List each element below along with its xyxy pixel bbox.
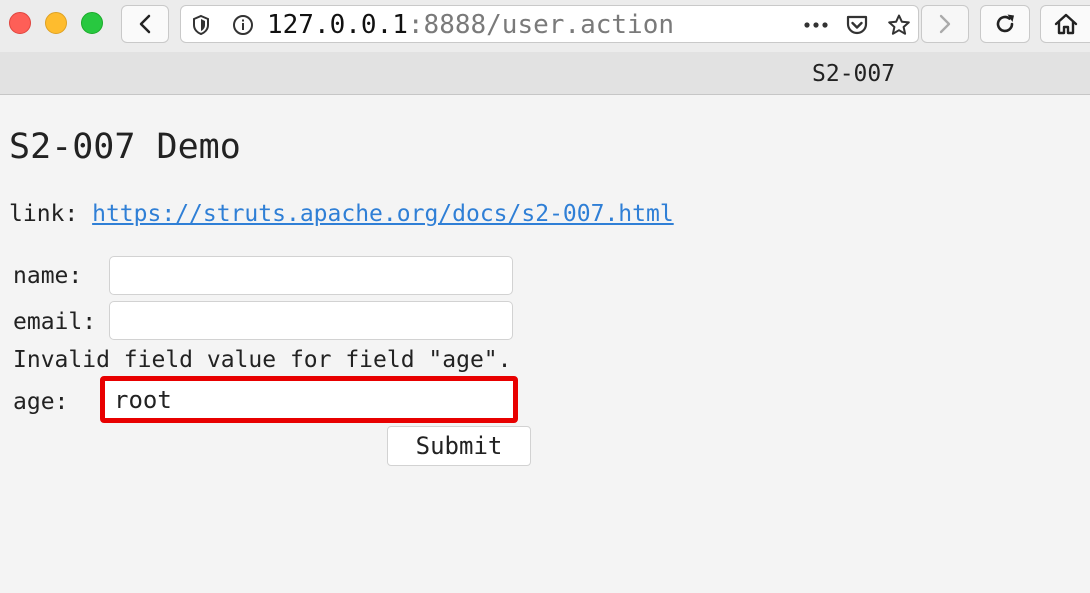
tab-strip: S2-007 (0, 52, 1090, 95)
minimize-window-button[interactable] (45, 12, 67, 34)
home-icon (1054, 13, 1077, 35)
browser-toolbar: 127.0.0.1:8888/user.action (0, 0, 1090, 52)
error-message: Invalid field value for field "age". (13, 347, 512, 373)
url-text[interactable]: 127.0.0.1:8888/user.action (267, 11, 674, 39)
link-label: link: (9, 201, 79, 227)
link-row: link: https://struts.apache.org/docs/s2-… (9, 200, 674, 228)
age-label: age: (13, 389, 69, 415)
name-label: name: (13, 263, 83, 289)
close-window-button[interactable] (9, 12, 31, 34)
email-label: email: (13, 309, 97, 335)
email-input[interactable] (109, 301, 513, 340)
submit-button[interactable]: Submit (387, 426, 531, 466)
reload-icon (996, 14, 1014, 33)
address-bar[interactable]: 127.0.0.1:8888/user.action (180, 5, 919, 43)
maximize-window-button[interactable] (81, 12, 103, 34)
shield-icon[interactable] (191, 14, 211, 36)
star-icon[interactable] (887, 13, 911, 37)
url-host: 127.0.0.1 (267, 10, 408, 40)
pocket-icon[interactable] (845, 14, 869, 36)
url-path: :8888/user.action (407, 10, 674, 40)
more-icon[interactable] (803, 21, 829, 29)
page-title: S2-007 Demo (9, 127, 241, 167)
name-input[interactable] (109, 256, 513, 295)
age-input-highlight (100, 376, 518, 423)
back-arrow-icon (139, 14, 151, 34)
home-button[interactable] (1040, 5, 1090, 43)
advisory-link[interactable]: https://struts.apache.org/docs/s2-007.ht… (92, 201, 674, 227)
back-button[interactable] (121, 5, 169, 43)
info-icon[interactable] (232, 14, 254, 36)
tab-title[interactable]: S2-007 (812, 61, 895, 87)
reload-button[interactable] (980, 5, 1030, 43)
forward-arrow-icon (939, 14, 951, 34)
forward-button[interactable] (921, 5, 969, 43)
